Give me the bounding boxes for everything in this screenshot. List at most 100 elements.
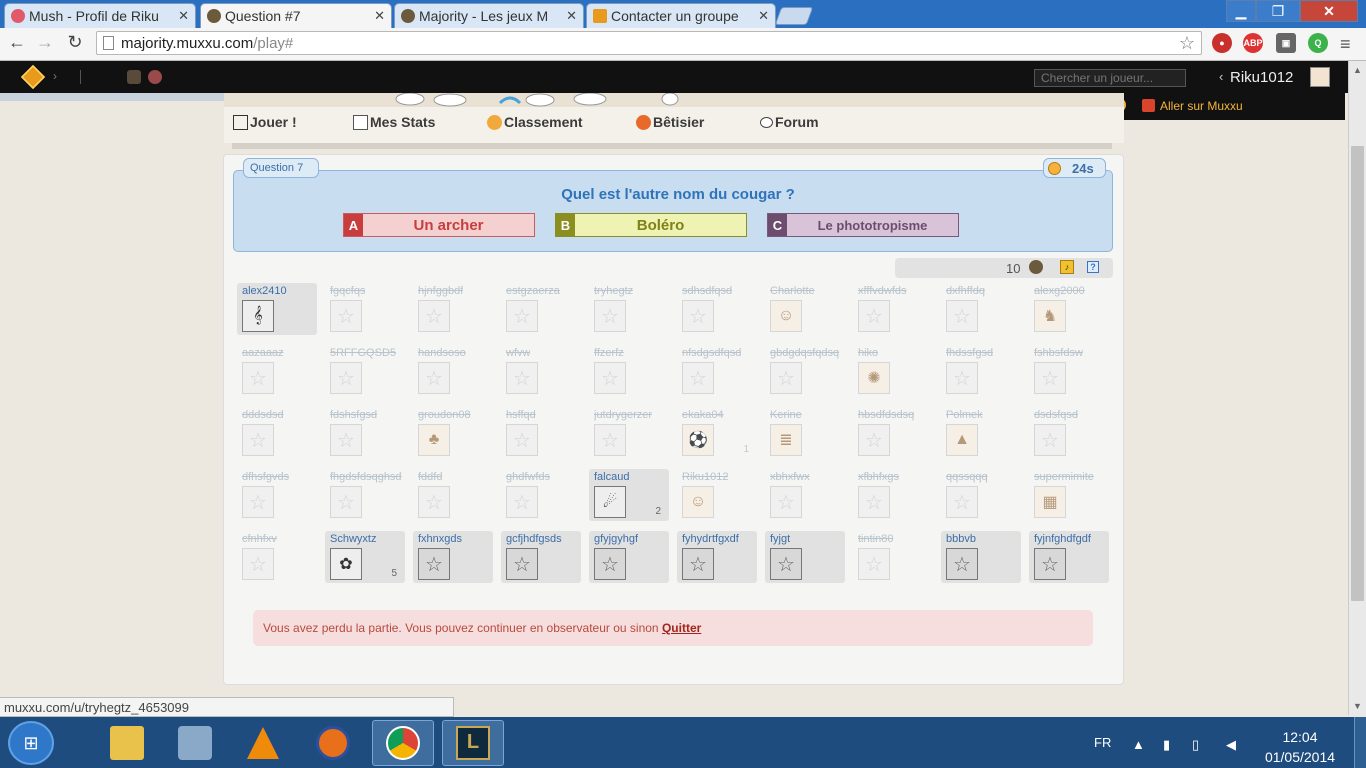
username[interactable]: Riku1012 <box>1230 69 1293 86</box>
window-close-button[interactable]: ✕ <box>1300 0 1358 22</box>
player-card[interactable]: gcfjhdfgsds ☆ <box>501 531 581 583</box>
chevron-left-icon[interactable]: ‹ <box>1219 69 1223 84</box>
network-icon[interactable]: ▮ <box>1163 737 1177 752</box>
reload-icon[interactable]: ↻ <box>64 32 86 53</box>
player-name[interactable]: fddfd <box>418 471 442 483</box>
volume-icon[interactable]: ◀ <box>1226 737 1240 752</box>
player-name[interactable]: fyhydrtfgxdf <box>682 533 739 545</box>
nav-ranking[interactable]: Classement <box>487 114 583 130</box>
player-card[interactable]: hbsdfdsdsq ☆ <box>853 407 933 459</box>
player-card[interactable]: fshbsfdsw ☆ <box>1029 345 1109 397</box>
player-name[interactable]: fgqcfqs <box>330 285 365 297</box>
player-card[interactable]: alexg2000 ♞ <box>1029 283 1109 335</box>
player-name[interactable]: Kerine <box>770 409 802 421</box>
scroll-down-icon[interactable]: ▼ <box>1353 701 1362 711</box>
window-minimize-button[interactable]: ▁ <box>1226 0 1256 22</box>
tab-question-7[interactable]: Question #7 ✕ <box>200 3 392 28</box>
system-clock[interactable]: 12:04 01/05/2014 <box>1255 727 1345 767</box>
player-card[interactable]: tryhegtz ☆ <box>589 283 669 335</box>
player-name[interactable]: hbsdfdsdsq <box>858 409 914 421</box>
player-card[interactable]: nfsdgsdfqsd ☆ <box>677 345 757 397</box>
sound-toggle-icon[interactable]: ♪ <box>1060 260 1074 274</box>
player-name[interactable]: jutdrygerzer <box>594 409 652 421</box>
player-card[interactable]: alex2410 𝄞 <box>237 283 317 335</box>
player-card[interactable]: fhdssfgsd ☆ <box>941 345 1021 397</box>
player-card[interactable]: Charlotte ☺ <box>765 283 845 335</box>
chevron-up-icon[interactable]: ▲ <box>1132 737 1146 752</box>
tab-close-icon[interactable]: ✕ <box>566 8 577 24</box>
answer-b-button[interactable]: B Boléro <box>555 213 747 237</box>
adblock-icon[interactable]: ABP <box>1243 33 1263 53</box>
player-card[interactable]: Schwyxtz ✿ 5 <box>325 531 405 583</box>
player-name[interactable]: dfhsfgvds <box>242 471 289 483</box>
player-name[interactable]: Polmek <box>946 409 983 421</box>
taskbar-explorer[interactable] <box>96 720 158 766</box>
player-card[interactable]: estgzaerza ☆ <box>501 283 581 335</box>
answer-a-button[interactable]: A Un archer <box>343 213 535 237</box>
player-card[interactable]: fhgdsfdsqghsd ☆ <box>325 469 405 521</box>
player-card[interactable]: dsdsfqsd ☆ <box>1029 407 1109 459</box>
player-name[interactable]: alex2410 <box>242 285 287 297</box>
taskbar-league[interactable]: L <box>442 720 504 766</box>
player-card[interactable]: wfvw ☆ <box>501 345 581 397</box>
player-name[interactable]: ekaka04 <box>682 409 724 421</box>
player-card[interactable]: dxfhffdq ☆ <box>941 283 1021 335</box>
scroll-up-icon[interactable]: ▲ <box>1353 65 1362 75</box>
help-icon[interactable]: ? <box>1087 261 1099 273</box>
tab-mush-profile[interactable]: Mush - Profil de Riku ✕ <box>4 3 196 28</box>
player-name[interactable]: sdhsdfqsd <box>682 285 732 297</box>
player-card[interactable]: fdshsfgsd ☆ <box>325 407 405 459</box>
player-card[interactable]: Kerine ≣ <box>765 407 845 459</box>
player-name[interactable]: tryhegtz <box>594 285 633 297</box>
tab-contact-group[interactable]: Contacter un groupe ✕ <box>586 3 776 28</box>
taskbar-tool[interactable] <box>164 720 226 766</box>
nav-play[interactable]: Jouer ! <box>233 114 297 130</box>
player-name[interactable]: xfffvdwfds <box>858 285 907 297</box>
player-name[interactable]: fhdssfgsd <box>946 347 993 359</box>
player-name[interactable]: Schwyxtz <box>330 533 376 545</box>
player-card[interactable]: fyjgt ☆ <box>765 531 845 583</box>
player-name[interactable]: xbhxfwx <box>770 471 810 483</box>
player-name[interactable]: dsdsfqsd <box>1034 409 1078 421</box>
player-name[interactable]: cfnhfxv <box>242 533 277 545</box>
player-card[interactable]: fddfd ☆ <box>413 469 493 521</box>
player-name[interactable]: gbdgdqsfqdsq <box>770 347 839 359</box>
player-card[interactable]: tintin80 ☆ <box>853 531 933 583</box>
player-name[interactable]: Charlotte <box>770 285 815 297</box>
tab-close-icon[interactable]: ✕ <box>374 8 385 24</box>
tab-majority-games[interactable]: Majority - Les jeux M ✕ <box>394 3 584 28</box>
player-card[interactable]: hiko ✺ <box>853 345 933 397</box>
player-card[interactable]: Riku1012 ☺ <box>677 469 757 521</box>
player-name[interactable]: hiko <box>858 347 878 359</box>
battery-icon[interactable]: ▯ <box>1192 737 1206 752</box>
user-avatar[interactable] <box>1310 67 1330 87</box>
player-name[interactable]: hjnfggbdf <box>418 285 463 297</box>
player-card[interactable]: groudon08 ♣ <box>413 407 493 459</box>
player-card[interactable]: handsoso ☆ <box>413 345 493 397</box>
player-name[interactable]: ghdfwfds <box>506 471 550 483</box>
nav-blooper[interactable]: Bêtisier <box>636 114 704 130</box>
player-name[interactable]: fxhnxgds <box>418 533 462 545</box>
chevron-right-icon[interactable]: › <box>53 69 57 83</box>
player-card[interactable]: jutdrygerzer ☆ <box>589 407 669 459</box>
player-name[interactable]: estgzaerza <box>506 285 560 297</box>
player-name[interactable]: hsffqd <box>506 409 536 421</box>
extension-icon[interactable]: ▣ <box>1276 33 1296 53</box>
player-card[interactable]: gbdgdqsfqdsq ☆ <box>765 345 845 397</box>
player-name[interactable]: fyjnfghdfgdf <box>1034 533 1091 545</box>
player-card[interactable]: dddsdsd ☆ <box>237 407 317 459</box>
player-card[interactable]: aazaaaz ☆ <box>237 345 317 397</box>
scroll-thumb[interactable] <box>1351 146 1364 601</box>
new-tab-button[interactable] <box>774 7 814 25</box>
player-name[interactable]: bbbvb <box>946 533 976 545</box>
player-name[interactable]: tintin80 <box>858 533 893 545</box>
bookmark-star-icon[interactable]: ☆ <box>1179 33 1195 54</box>
player-card[interactable]: ekaka04 ⚽ 1 <box>677 407 757 459</box>
player-card[interactable]: falcaud ☄ 2 <box>589 469 669 521</box>
player-card[interactable]: sdhsdfqsd ☆ <box>677 283 757 335</box>
player-card[interactable]: gfyjgyhgf ☆ <box>589 531 669 583</box>
player-name[interactable]: ffzerfz <box>594 347 624 359</box>
player-name[interactable]: fhgdsfdsqghsd <box>330 471 402 483</box>
q-extension-icon[interactable]: Q <box>1308 33 1328 53</box>
taskbar-chrome[interactable] <box>372 720 434 766</box>
